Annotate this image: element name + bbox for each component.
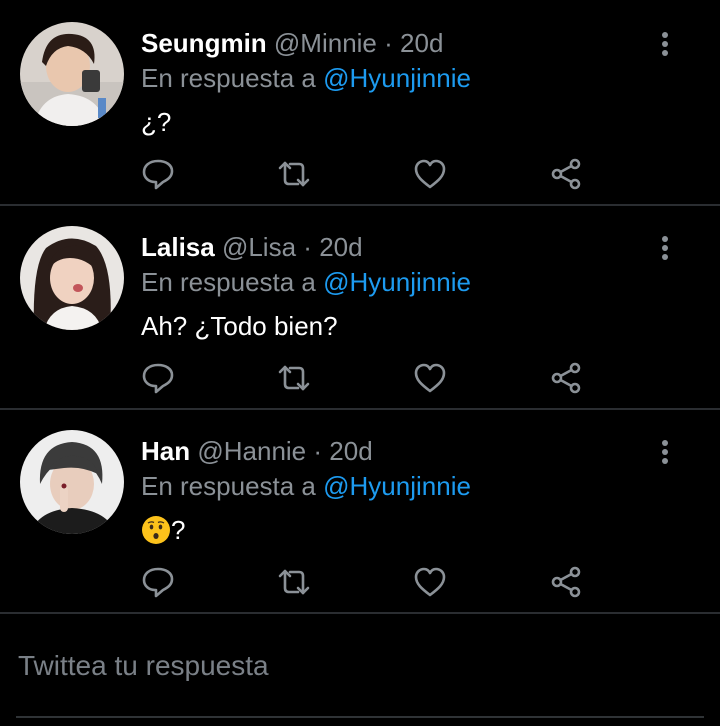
mention-link[interactable]: @Hyunjinnie	[323, 63, 471, 93]
reply-context: En respuesta a @Hyunjinnie	[141, 468, 471, 504]
separator-dot: ·	[303, 232, 312, 262]
tweet-actions	[140, 564, 600, 600]
input-underline	[16, 716, 704, 718]
timestamp: 20d	[400, 28, 444, 58]
reply-composer[interactable]: Twittea tu respuesta	[0, 622, 720, 726]
more-vertical-icon[interactable]	[650, 438, 680, 468]
avatar[interactable]	[20, 430, 124, 534]
tweet-header: Han @Hannie · 20d	[141, 434, 373, 468]
mention-link[interactable]: @Hyunjinnie	[323, 267, 471, 297]
retweet-icon[interactable]	[276, 156, 312, 192]
reply-prefix: En respuesta a	[141, 63, 324, 93]
retweet-icon[interactable]	[276, 564, 312, 600]
divider	[0, 612, 720, 614]
reply-tweet[interactable]: Lalisa @Lisa · 20d En respuesta a @Hyunj…	[0, 206, 720, 410]
tweet-header: Lalisa @Lisa · 20d	[141, 230, 363, 264]
tweet-text: ?	[141, 510, 185, 550]
reply-tweet[interactable]: Seungmin @Minnie · 20d En respuesta a @H…	[0, 2, 720, 206]
tweet-text: Ah? ¿Todo bien?	[141, 311, 338, 341]
display-name[interactable]: Han	[141, 436, 190, 466]
more-vertical-icon[interactable]	[650, 30, 680, 60]
share-icon[interactable]	[548, 360, 584, 396]
timestamp: 20d	[329, 436, 373, 466]
more-vertical-icon[interactable]	[650, 234, 680, 264]
retweet-icon[interactable]	[276, 360, 312, 396]
tweet-text-suffix: ?	[171, 515, 186, 545]
tweet-actions	[140, 360, 600, 396]
tweet-text: ¿?	[141, 107, 172, 137]
timestamp: 20d	[319, 232, 363, 262]
display-name[interactable]: Lalisa	[141, 232, 215, 262]
avatar[interactable]	[20, 226, 124, 330]
reply-context: En respuesta a @Hyunjinnie	[141, 264, 471, 300]
display-name[interactable]: Seungmin	[141, 28, 267, 58]
user-handle[interactable]: @Minnie	[274, 28, 377, 58]
heart-icon[interactable]	[412, 360, 448, 396]
user-handle[interactable]: @Lisa	[222, 232, 296, 262]
reply-prefix: En respuesta a	[141, 471, 324, 501]
tweet-header: Seungmin @Minnie · 20d	[141, 26, 443, 60]
user-handle[interactable]: @Hannie	[197, 436, 306, 466]
reply-prefix: En respuesta a	[141, 267, 324, 297]
reply-icon[interactable]	[140, 156, 176, 192]
avatar[interactable]	[20, 22, 124, 126]
heart-icon[interactable]	[412, 564, 448, 600]
heart-icon[interactable]	[412, 156, 448, 192]
hushed-face-emoji	[141, 515, 171, 545]
reply-icon[interactable]	[140, 360, 176, 396]
separator-dot: ·	[384, 28, 393, 58]
share-icon[interactable]	[548, 156, 584, 192]
separator-dot: ·	[313, 436, 323, 466]
reply-context: En respuesta a @Hyunjinnie	[141, 60, 471, 96]
share-icon[interactable]	[548, 564, 584, 600]
mention-link[interactable]: @Hyunjinnie	[323, 471, 471, 501]
reply-icon[interactable]	[140, 564, 176, 600]
reply-tweet[interactable]: Han @Hannie · 20d En respuesta a @Hyunji…	[0, 410, 720, 614]
tweet-actions	[140, 156, 600, 192]
compose-input[interactable]: Twittea tu respuesta	[18, 650, 269, 682]
